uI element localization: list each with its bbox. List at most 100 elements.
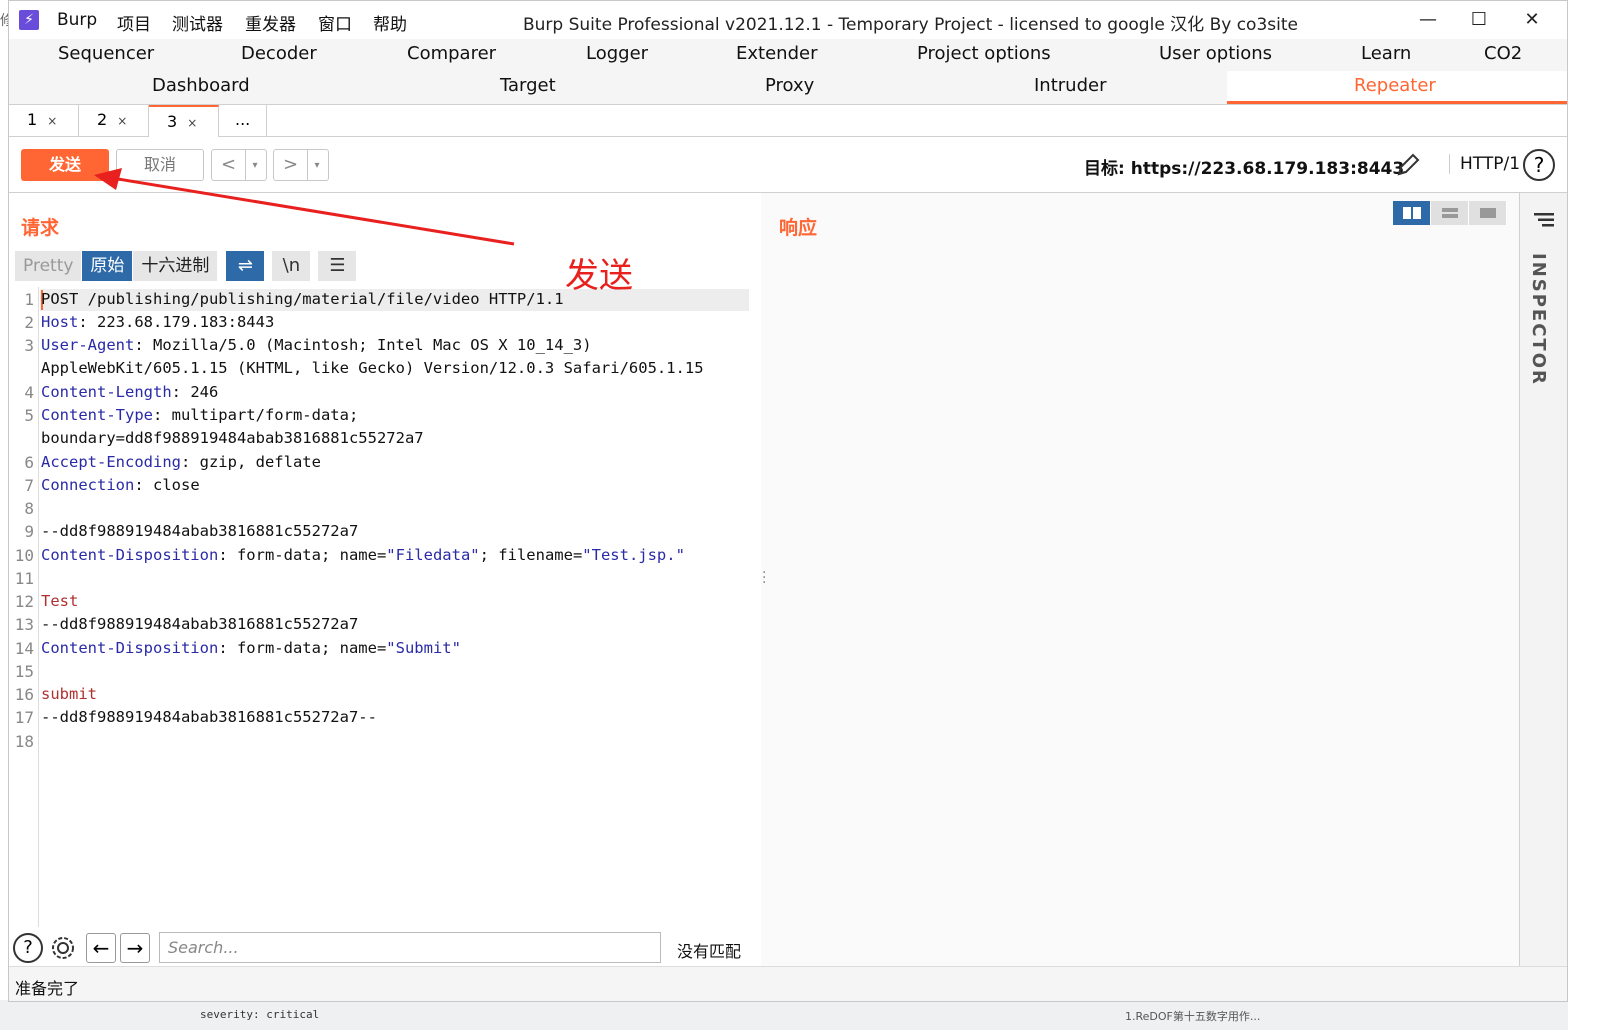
tab-comparer[interactable]: Comparer [407, 43, 496, 64]
header-value: : Mozilla/5.0 (Macintosh; Intel Mac OS X… [134, 336, 592, 354]
header-key: Content-Disposition [41, 546, 219, 564]
disposition-line: Content-Disposition: form-data; name="Su… [41, 639, 461, 657]
tool-tabs-row-2: Dashboard Target Proxy Intruder Repeater [9, 71, 1567, 105]
header-value: : gzip, deflate [180, 453, 321, 471]
send-button[interactable]: 发送 [21, 149, 109, 181]
tab-extender[interactable]: Extender [736, 43, 817, 64]
repeater-tab-label: 2 [97, 110, 108, 129]
tab-co2[interactable]: CO2 [1484, 43, 1522, 64]
quoted-value: "Submit" [386, 639, 461, 657]
burp-window: ⚡ Burp 项目 测试器 重发器 窗口 帮助 Burp Suite Profe… [8, 0, 1568, 1002]
tab-repeater[interactable]: Repeater [1354, 75, 1436, 96]
forward-arrow-icon[interactable]: > [274, 150, 308, 180]
menu-help[interactable]: 帮助 [373, 10, 407, 35]
inspector-panel[interactable]: INSPECTOR [1519, 193, 1567, 966]
request-view-bar: Pretty 原始 十六进制 ⇌ \n ☰ [15, 251, 357, 281]
back-arrow-icon[interactable]: < [212, 150, 246, 180]
header-value: : 223.68.179.183:8443 [78, 313, 275, 331]
background-text-right: 1.ReDOF第十五数字用作... [1125, 1010, 1261, 1023]
tab-dashboard[interactable]: Dashboard [152, 75, 250, 96]
hamburger-icon[interactable]: ☰ [318, 251, 357, 281]
header-value: : 246 [171, 383, 219, 401]
status-bar: 准备完了 [9, 966, 1567, 1001]
back-dropdown-icon[interactable]: ▾ [246, 160, 264, 171]
inspector-label[interactable]: INSPECTOR [1528, 253, 1549, 386]
history-back-button[interactable]: < ▾ [211, 149, 267, 181]
header-value: : form-data; name= [218, 639, 387, 657]
search-prev-icon[interactable]: ← [86, 933, 116, 963]
layout-stacked-icon[interactable] [1431, 201, 1469, 225]
menu-window[interactable]: 窗口 [318, 10, 352, 35]
minimize-button[interactable]: — [1413, 9, 1443, 31]
line-gutter: 1 2 3 4 5 6 7 8 9 10 11 12 13 14 15 16 1 [9, 287, 39, 927]
tab-target[interactable]: Target [500, 75, 556, 96]
repeater-tab-2[interactable]: 2 × [79, 105, 149, 137]
http-version-label[interactable]: HTTP/1 [1449, 154, 1520, 174]
layout-side-by-side-icon[interactable] [1393, 201, 1431, 225]
layout-toggle [1393, 201, 1507, 225]
tab-user-options[interactable]: User options [1159, 43, 1272, 64]
line-number: 9 [24, 522, 34, 541]
tab-logger[interactable]: Logger [586, 43, 648, 64]
menu-tester[interactable]: 测试器 [172, 10, 223, 35]
line-number: 2 [24, 313, 34, 332]
header-line: Content-Length: 246 [41, 383, 218, 401]
gear-icon[interactable] [47, 932, 79, 964]
close-button[interactable]: ✕ [1517, 9, 1547, 31]
menu-project[interactable]: 项目 [117, 10, 151, 35]
tab-decoder[interactable]: Decoder [241, 43, 317, 64]
body-line: submit [41, 685, 97, 703]
menu-burp[interactable]: Burp [57, 10, 97, 30]
close-tab-icon[interactable]: × [187, 116, 197, 130]
cancel-button[interactable]: 取消 [116, 149, 204, 181]
help-icon[interactable]: ? [1523, 149, 1555, 181]
search-input[interactable] [159, 932, 661, 963]
response-title: 响应 [779, 217, 818, 239]
repeater-tab-label: 3 [167, 112, 178, 131]
show-newlines-button[interactable]: \n [272, 251, 311, 281]
line-number: 17 [14, 708, 34, 727]
wrap-lines-icon[interactable]: ⇌ [226, 251, 265, 281]
search-next-icon[interactable]: → [120, 933, 150, 963]
tab-learn[interactable]: Learn [1361, 43, 1411, 64]
repeater-tab-3[interactable]: 3 × [149, 105, 219, 137]
tool-tabs-row-1: Sequencer Decoder Comparer Logger Extend… [9, 39, 1567, 71]
tab-project-options[interactable]: Project options [917, 43, 1051, 64]
line-number: 8 [24, 499, 34, 518]
burp-logo-icon: ⚡ [19, 10, 39, 30]
header-value: : form-data; name= [218, 546, 387, 564]
maximize-button[interactable]: ☐ [1464, 9, 1494, 31]
header-key: Accept-Encoding [41, 453, 181, 471]
header-key: Host [41, 313, 79, 331]
view-hex-button[interactable]: 十六进制 [133, 251, 219, 281]
help-icon[interactable]: ? [13, 933, 43, 963]
view-pretty-button[interactable]: Pretty [15, 251, 83, 281]
header-continuation: AppleWebKit/605.1.15 (KHTML, like Gecko)… [41, 359, 704, 377]
edit-target-pencil-icon[interactable] [1394, 151, 1422, 179]
header-line: Connection: close [41, 476, 200, 494]
forward-dropdown-icon[interactable]: ▾ [308, 160, 326, 171]
quoted-value: "Filedata" [386, 546, 480, 564]
tab-intruder[interactable]: Intruder [1034, 75, 1106, 96]
background-text: severity: critical [200, 1008, 320, 1021]
request-editor[interactable]: 1 2 3 4 5 6 7 8 9 10 11 12 13 14 15 16 1 [9, 287, 761, 927]
header-value: : close [134, 476, 200, 494]
menu-repeater[interactable]: 重发器 [245, 10, 296, 35]
tab-proxy[interactable]: Proxy [765, 75, 814, 96]
disposition-line: Content-Disposition: form-data; name="Fi… [41, 546, 685, 564]
line-number: 16 [14, 685, 34, 704]
line-number: 3 [24, 336, 34, 355]
repeater-tab-new[interactable]: ... [219, 105, 267, 137]
inspector-menu-icon[interactable] [1532, 211, 1556, 229]
tab-sequencer[interactable]: Sequencer [58, 43, 154, 64]
line-number: 14 [14, 639, 34, 658]
history-forward-button[interactable]: > ▾ [273, 149, 329, 181]
line-number: 15 [14, 662, 34, 681]
splitter-handle-icon[interactable]: · · · [762, 566, 766, 590]
close-tab-icon[interactable]: × [47, 114, 57, 128]
line-number: 11 [14, 569, 34, 588]
layout-tabs-icon[interactable] [1469, 201, 1507, 225]
repeater-tab-1[interactable]: 1 × [9, 105, 79, 137]
view-raw-button[interactable]: 原始 [82, 251, 134, 281]
close-tab-icon[interactable]: × [117, 114, 127, 128]
